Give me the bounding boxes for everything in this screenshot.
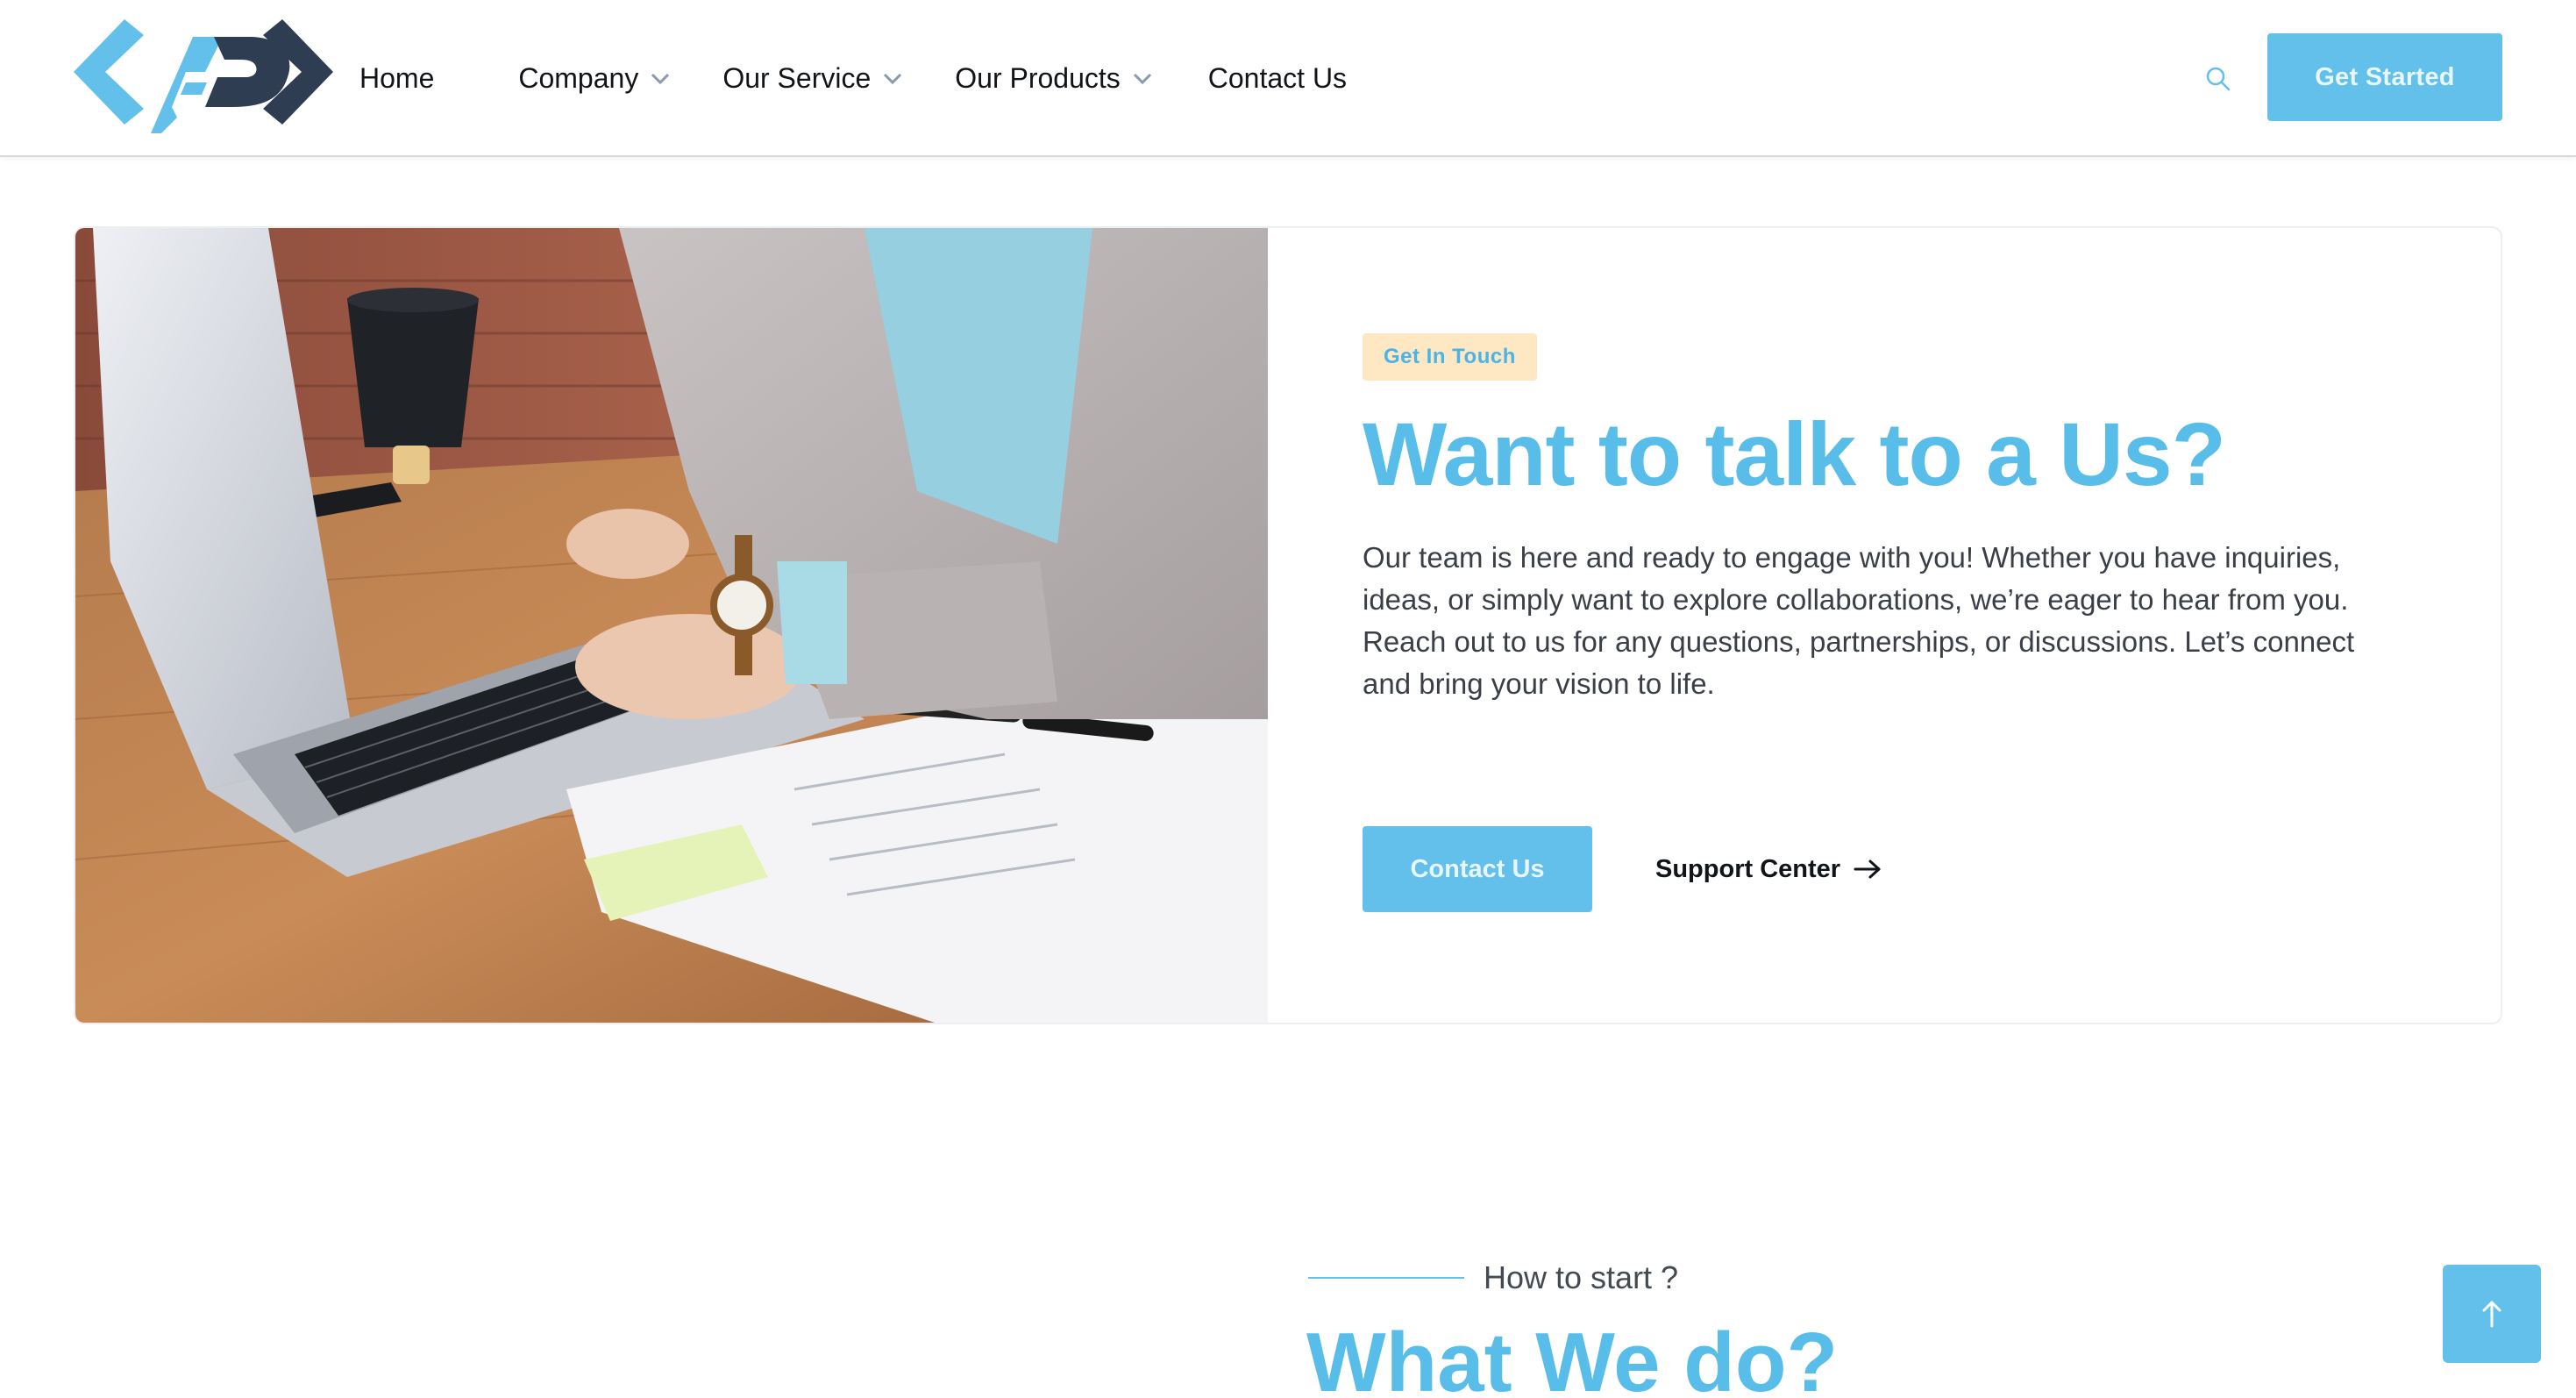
arrow-right-icon — [1854, 859, 1881, 879]
section-kicker: How to start ? — [1484, 1259, 1679, 1295]
main-nav: Home Company Our Service Our Products Co… — [359, 0, 1431, 157]
hero-photo — [75, 228, 1268, 1023]
nav-our-service[interactable]: Our Service — [722, 62, 904, 95]
contact-card: Get In Touch Want to talk to a Us? Our t… — [74, 226, 2502, 1024]
scroll-to-top-button[interactable] — [2443, 1265, 2541, 1363]
arrow-up-icon — [2482, 1301, 2501, 1328]
contact-us-button[interactable]: Contact Us — [1363, 826, 1592, 912]
nav-contact-us-label: Contact Us — [1207, 62, 1348, 94]
nav-our-products[interactable]: Our Products — [955, 62, 1154, 95]
nav-home[interactable]: Home — [359, 62, 434, 95]
get-started-button[interactable]: Get Started — [2267, 33, 2502, 121]
nav-company[interactable]: Company — [518, 62, 672, 95]
chevron-down-icon — [884, 73, 902, 84]
nav-contact-us[interactable]: Contact Us — [1208, 62, 1347, 95]
nav-our-products-label: Our Products — [955, 62, 1121, 94]
support-center-label: Support Center — [1655, 854, 1841, 883]
nav-our-service-label: Our Service — [722, 62, 872, 94]
contact-actions: Contact Us Support Center — [1363, 826, 1882, 912]
site-header: Home Company Our Service Our Products Co… — [0, 0, 2576, 157]
nav-company-label: Company — [518, 62, 639, 94]
get-in-touch-badge: Get In Touch — [1363, 333, 1537, 381]
contact-description: Our team is here and ready to engage wit… — [1363, 541, 2355, 701]
company-logo[interactable] — [74, 19, 333, 133]
search-button[interactable] — [2199, 60, 2238, 98]
section-title: What We do? — [1306, 1316, 1839, 1398]
chevron-down-icon — [651, 73, 670, 84]
how-to-start-heading: How to start ? — [1308, 1259, 1678, 1296]
section-divider-line — [1308, 1277, 1464, 1279]
search-icon — [2206, 67, 2231, 91]
chevron-down-icon — [1133, 73, 1151, 84]
contact-content: Get In Touch Want to talk to a Us? Our t… — [1363, 333, 2415, 705]
nav-home-label: Home — [359, 62, 435, 94]
contact-title: Want to talk to a Us? — [1363, 404, 2226, 504]
support-center-link[interactable]: Support Center — [1655, 855, 1882, 884]
